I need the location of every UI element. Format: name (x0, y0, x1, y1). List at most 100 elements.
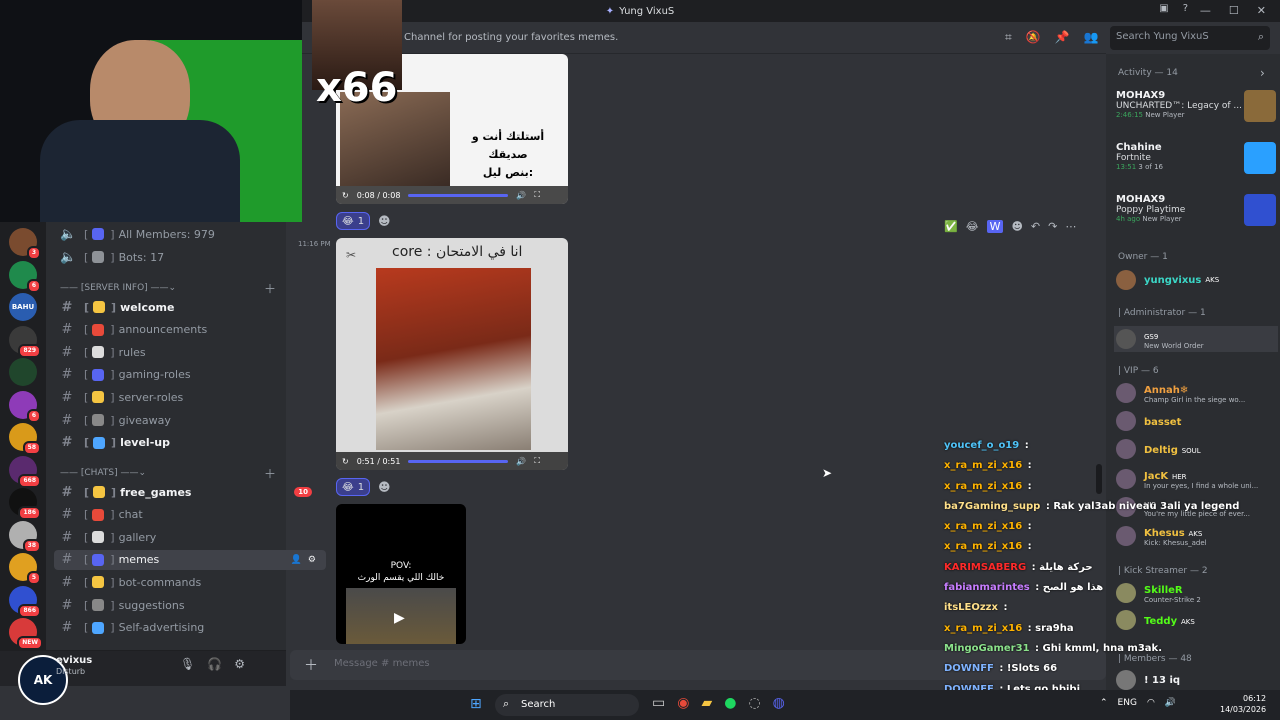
server-icon[interactable]: BAHU (9, 293, 37, 321)
add-attachment-icon[interactable]: ＋ (304, 655, 318, 675)
server-icon[interactable]: 866 (9, 585, 41, 618)
member-list-icon[interactable]: 👥 (1084, 30, 1099, 45)
channel-gallery[interactable]: # [] gallery (54, 527, 326, 547)
channel-all-members[interactable]: 🔈[] All Members: 979 (54, 224, 326, 244)
forward-icon[interactable]: ↷ (1048, 220, 1057, 233)
activity-card[interactable]: MOHAX9 UNCHARTED™: Legacy of ... 2:46:15 N… (1116, 90, 1276, 122)
invite-icon[interactable]: 👤 (291, 555, 302, 565)
server-icon[interactable] (9, 358, 37, 386)
add-reaction-icon[interactable]: ☻ (1011, 220, 1022, 233)
server-icon[interactable]: 186 (9, 488, 41, 520)
server-icon[interactable]: 668 (9, 455, 41, 488)
channel-rules[interactable]: # [] rules (54, 342, 326, 362)
server-icon[interactable]: 38 (9, 520, 41, 553)
lang-indicator[interactable]: ENG (1118, 698, 1137, 708)
member-vip[interactable]: Annah❄ Champ Girl in the siege wo... (1116, 382, 1276, 404)
volume-icon[interactable]: 🔊 (1165, 698, 1176, 708)
server-icon[interactable]: 6 (9, 260, 41, 293)
add-reaction-icon[interactable]: ☻ (378, 480, 391, 494)
search-box[interactable]: Search Yung VixuS ⌕ (1110, 26, 1270, 50)
laugh-emoji-icon[interactable]: 😂 (966, 220, 979, 233)
channel-welcome[interactable]: # [] welcome (54, 297, 326, 317)
help-icon[interactable]: ? (1183, 3, 1188, 14)
channel-gaming-roles[interactable]: # [] gaming-roles (54, 365, 326, 385)
server-icon[interactable]: 829 (9, 325, 41, 358)
chevron-right-icon[interactable]: › (1260, 66, 1265, 80)
pin-icon[interactable]: 📌 (1055, 30, 1070, 45)
spotify-icon[interactable]: ● (724, 695, 736, 711)
replay-icon[interactable]: ↻ (342, 457, 349, 466)
channel-level-up[interactable]: # [] level-up (54, 433, 326, 453)
close-button[interactable]: ✕ (1257, 4, 1266, 17)
progress-bar[interactable] (408, 459, 509, 463)
add-reaction-icon[interactable]: ☻ (378, 214, 391, 228)
settings-icon[interactable]: ⚙ (308, 555, 316, 565)
category-chats[interactable]: —— [CHATS] ——⌄ (60, 468, 146, 478)
volume-icon[interactable]: 🔊 (516, 457, 526, 466)
channel-Self-advertising[interactable]: # [] Self-advertising (54, 618, 326, 638)
activity-card[interactable]: MOHAX9 Poppy Playtime 4h ago New Player (1116, 194, 1276, 226)
reaction[interactable]: 😂 1 (336, 212, 371, 230)
member-kick[interactable]: SkilleR Counter-Strike 2 (1116, 582, 1276, 604)
fullscreen-icon[interactable]: ⛶ (534, 456, 540, 466)
reaction[interactable]: 😂 1 (336, 478, 371, 496)
more-icon[interactable]: ⋯ (1065, 220, 1076, 233)
channel-memes[interactable]: # [] memes 👤 ⚙ (54, 549, 326, 570)
fullscreen-icon[interactable]: ⛶ (534, 190, 540, 200)
maximize-button[interactable]: ☐ (1229, 4, 1239, 17)
channel-giveaway[interactable]: # [] giveaway (54, 410, 326, 430)
w-emoji-icon[interactable]: W (986, 220, 1004, 233)
member-vip[interactable]: Deltig SOUL (1116, 439, 1276, 459)
play-icon[interactable]: ▶ (394, 610, 405, 626)
activity-card[interactable]: Chahine Fortnite 13:51 3 of 16 (1116, 142, 1276, 174)
member-kick[interactable]: Teddy AKS (1116, 610, 1276, 630)
file-explorer-icon[interactable]: ▰ (701, 695, 712, 711)
wifi-icon[interactable]: ◠ (1147, 698, 1155, 708)
video-attachment[interactable]: POV: خالك اللي يقسم الورث ▶ (336, 504, 466, 644)
channel-announcements[interactable]: # [] announcements (54, 320, 326, 340)
progress-bar[interactable] (408, 193, 509, 197)
server-icon[interactable]: 58 (9, 423, 41, 455)
mic-icon[interactable]: 🎙 (180, 657, 195, 671)
server-icon[interactable]: 3 (9, 228, 41, 260)
server-icon[interactable]: NEW (9, 618, 43, 650)
channel-suggestions[interactable]: # [] suggestions (54, 595, 326, 615)
member-item[interactable]: ! 13 iq (1116, 670, 1276, 690)
volume-icon[interactable]: 🔊 (516, 191, 526, 200)
channel-chat[interactable]: # [] chat (54, 505, 326, 525)
taskbar-search[interactable]: ⌕ Search (495, 694, 639, 716)
server-icon[interactable]: 5 (9, 553, 41, 585)
server-icon[interactable]: 6 (9, 390, 41, 423)
message-input[interactable]: Message # memes (334, 658, 430, 669)
settings-icon[interactable]: ⚙ (234, 657, 245, 671)
video-attachment[interactable]: ✂ core : انا في الامتحان ↻ 0:51 / 0:51 🔊… (336, 238, 568, 470)
minimize-button[interactable]: — (1200, 4, 1211, 17)
windows-start-icon[interactable]: ⊞ (470, 696, 482, 712)
member-owner[interactable]: yungvixus AKS (1116, 270, 1276, 290)
member-vip[interactable]: Khesus AKS Kick: Khesus_adel (1116, 525, 1276, 547)
clock[interactable]: 06:12 14/03/2026 (1220, 693, 1266, 715)
channel-bots[interactable]: 🔈[] Bots: 17 (54, 247, 326, 267)
tray-chevron-icon[interactable]: ⌃ (1100, 698, 1108, 708)
search-input[interactable]: Search Yung VixuS (1116, 31, 1209, 42)
headphones-icon[interactable]: 🎧 (207, 657, 222, 671)
channel-bot-commands[interactable]: # [] bot-commands (54, 572, 326, 592)
check-emoji-icon[interactable]: ✅ (944, 220, 958, 233)
reply-icon[interactable]: ↶ (1031, 220, 1040, 233)
app-icon[interactable]: ◌ (748, 695, 760, 711)
channel-server-roles[interactable]: # [] server-roles (54, 387, 326, 407)
member-vip[interactable]: JacK HER In your eyes, I find a whole uni… (1116, 468, 1276, 490)
task-view-icon[interactable]: ▭ (652, 695, 665, 711)
replay-icon[interactable]: ↻ (342, 191, 349, 200)
category-server-info[interactable]: —— [SERVER INFO] ——⌄ (60, 283, 176, 293)
threads-icon[interactable]: ⌗ (1005, 30, 1012, 45)
discord-icon[interactable]: ◍ (773, 695, 785, 711)
member-vip[interactable]: basset (1116, 410, 1276, 431)
mute-icon[interactable]: 🔕 (1026, 30, 1041, 45)
add-channel-icon[interactable]: ＋ (264, 280, 276, 297)
member-admin[interactable]: GS9 New World Order (1114, 326, 1278, 352)
inbox-icon[interactable]: ▣ (1159, 3, 1168, 14)
channel-free_games[interactable]: # [] free_games 10 (54, 482, 326, 502)
add-channel-icon[interactable]: ＋ (264, 465, 276, 482)
chrome-icon[interactable]: ◉ (677, 695, 689, 711)
